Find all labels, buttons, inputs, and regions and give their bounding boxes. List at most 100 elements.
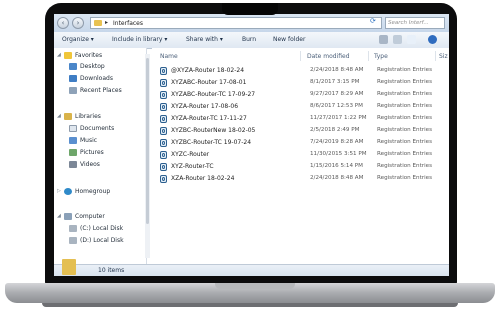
nav-music[interactable]: Music [54,136,146,146]
file-name: XYZC-Router [171,151,210,158]
pictures-icon [69,149,77,156]
libraries-icon [64,113,72,120]
file-type: Registration Entries [377,115,432,121]
registry-file-icon [160,91,167,99]
drive-icon [69,225,77,232]
file-list: Name Date modified Type Siz @XYZA-Router… [152,48,449,264]
file-type: Registration Entries [377,139,432,145]
file-name: XYZBC-RouterNew 18-02-05 [171,127,256,134]
nav-pictures[interactable]: Pictures [54,148,146,158]
nav-scrollbar[interactable] [145,54,150,258]
column-divider[interactable] [435,51,436,61]
file-row[interactable]: XYZC-Router 11/30/2015 3:51 PM Registrat… [160,150,449,160]
expand-icon[interactable]: ◢ [57,113,61,119]
column-divider[interactable] [368,51,369,61]
registry-file-icon [160,79,167,87]
file-row[interactable]: XYZABC-Router 17-08-01 8/1/2017 3:15 PM … [160,78,449,88]
file-row[interactable]: XYZABC-Router-TC 17-09-27 9/27/2017 8:29… [160,90,449,100]
nav-downloads[interactable]: Downloads [54,74,146,84]
registry-file-icon [160,103,167,111]
recent-places-icon [69,87,77,94]
include-in-library-button[interactable]: Include in library ▾ [112,36,167,43]
expand-icon[interactable]: ◢ [57,213,61,219]
new-folder-button[interactable]: New folder [273,36,305,43]
back-button[interactable]: ‹ [57,17,69,29]
search-input[interactable]: Search Interf... [385,17,445,29]
nav-videos[interactable]: Videos [54,160,146,170]
file-date: 2/24/2018 8:48 AM [310,67,364,73]
refresh-icon[interactable]: ⟳ [370,17,379,26]
command-bar: Organize ▾ Include in library ▾ Share wi… [54,32,449,49]
nav-label: Pictures [80,149,104,156]
nav-label: (D:) Local Disk [80,237,124,244]
item-count: 10 items [98,267,125,274]
nav-label: Libraries [75,113,101,120]
music-icon [69,137,77,144]
file-type: Registration Entries [377,103,432,109]
organize-button[interactable]: Organize ▾ [62,36,94,43]
nav-label: Computer [75,213,105,220]
file-date: 11/30/2015 3:51 PM [310,151,367,157]
nav-label: Homegroup [75,188,111,195]
file-name: XYZABC-Router 17-08-01 [171,79,247,86]
computer-icon [64,213,72,220]
column-header-date[interactable]: Date modified [307,53,350,60]
share-with-button[interactable]: Share with ▾ [186,36,223,43]
path-field[interactable]: ▸ Interfaces [90,17,382,29]
file-date: 2/5/2018 2:49 PM [310,127,360,133]
nav-desktop[interactable]: Desktop [54,62,146,72]
expand-icon[interactable]: ◢ [57,52,61,58]
file-date: 7/24/2019 8:28 AM [310,139,364,145]
status-bar: 10 items [54,259,449,276]
file-type: Registration Entries [377,163,432,169]
burn-button[interactable]: Burn [242,36,256,43]
nav-label: Downloads [80,75,113,82]
forward-button[interactable]: › [72,17,84,29]
nav-libraries[interactable]: ◢ Libraries [54,112,146,122]
file-date: 1/15/2016 5:14 PM [310,163,363,169]
help-icon[interactable] [428,35,437,44]
scrollbar-thumb[interactable] [146,58,149,224]
nav-recent-places[interactable]: Recent Places [54,86,146,96]
column-header-type[interactable]: Type [374,53,388,60]
nav-local-disk-d[interactable]: (D:) Local Disk [54,236,146,246]
nav-local-disk-c[interactable]: (C:) Local Disk [54,224,146,234]
file-row[interactable]: XYZA-Router-TC 17-11-27 11/27/2017 1:22 … [160,114,449,124]
star-icon [64,52,72,59]
nav-documents[interactable]: Documents [54,124,146,134]
file-type: Registration Entries [377,127,432,133]
view-options-icon[interactable] [379,35,388,44]
layout-icon[interactable] [407,35,416,44]
registry-file-icon [160,151,167,159]
breadcrumb-arrow-icon[interactable]: ▸ [105,19,108,26]
column-header-size[interactable]: Siz [439,53,448,60]
file-name: @XYZA-Router 18-02-24 [171,67,245,74]
laptop-base [5,283,495,303]
file-row[interactable]: XYZA-Router 17-08-06 8/6/2017 12:53 PM R… [160,102,449,112]
file-row[interactable]: XYZ-Router-TC 1/15/2016 5:14 PM Registra… [160,162,449,172]
file-date: 11/27/2017 1:22 PM [310,115,367,121]
nav-favorites[interactable]: ◢ Favorites [54,51,146,61]
file-date: 2/24/2018 8:48 AM [310,175,364,181]
file-row[interactable]: XZA-Router 18-02-24 2/24/2018 8:48 AM Re… [160,174,449,184]
camera-notch [222,3,278,15]
file-row[interactable]: @XYZA-Router 18-02-24 2/24/2018 8:48 AM … [160,66,449,76]
base-groove [215,283,295,289]
preview-pane-icon[interactable] [393,35,402,44]
nav-computer[interactable]: ◢ Computer [54,212,146,222]
column-divider[interactable] [300,51,301,61]
file-name: XZA-Router 18-02-24 [171,175,235,182]
file-type: Registration Entries [377,67,432,73]
file-row[interactable]: XYZBC-RouterNew 18-02-05 2/5/2018 2:49 P… [160,126,449,136]
expand-icon[interactable]: ▷ [57,188,61,194]
breadcrumb[interactable]: Interfaces [113,20,143,27]
folder-icon [94,20,102,26]
nav-homegroup[interactable]: ▷ Homegroup [54,187,146,197]
file-type: Registration Entries [377,151,432,157]
column-header-name[interactable]: Name [160,53,178,60]
file-row[interactable]: XYZBC-Router-TC 19-07-24 7/24/2019 8:28 … [160,138,449,148]
nav-label: (C:) Local Disk [80,225,124,232]
nav-label: Recent Places [80,87,122,94]
desktop-icon [69,63,77,70]
nav-label: Favorites [75,52,103,59]
